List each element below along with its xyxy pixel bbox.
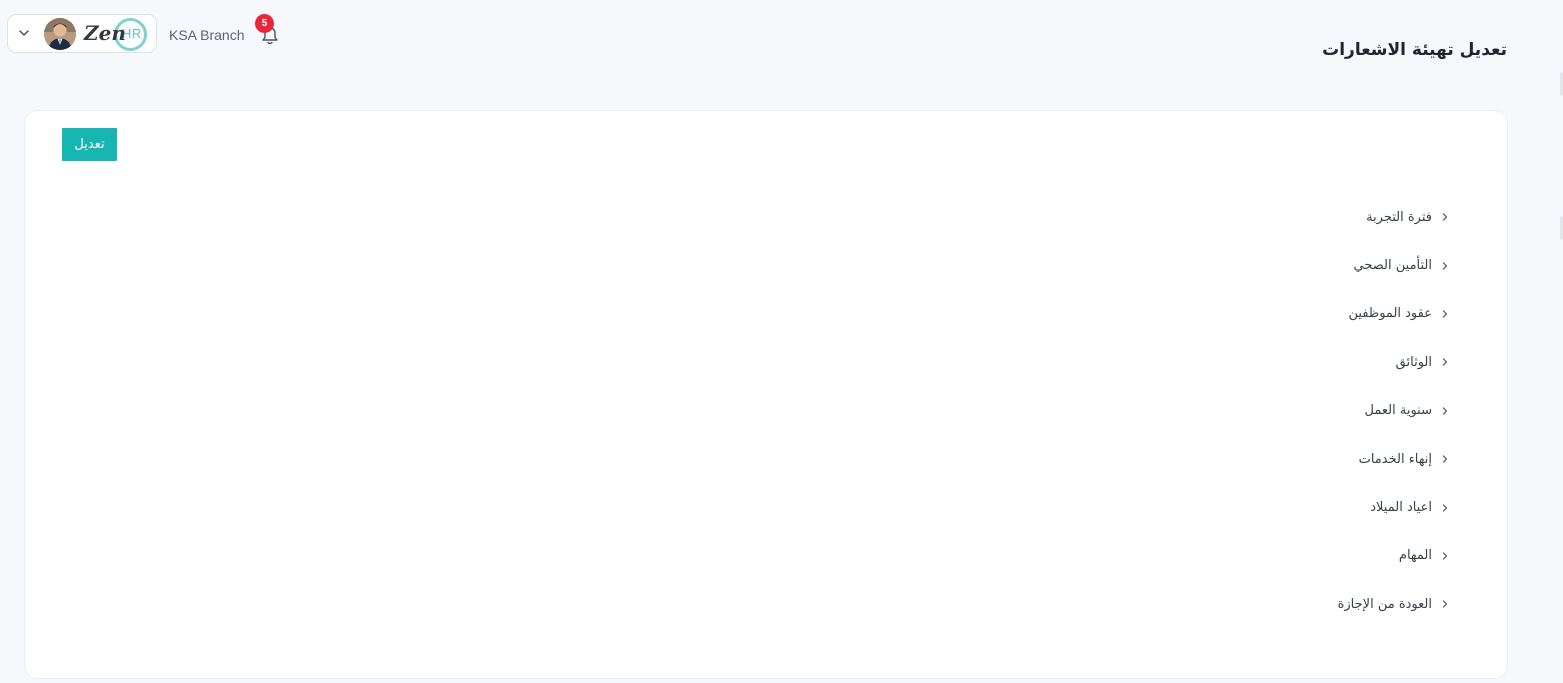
chevron-right-icon bbox=[1442, 552, 1448, 560]
section-work-anniversary[interactable]: سنوية العمل bbox=[1338, 387, 1450, 435]
section-documents[interactable]: الوثائق bbox=[1338, 338, 1450, 386]
section-label: المهام bbox=[1398, 548, 1432, 564]
section-label: إنهاء الخدمات bbox=[1358, 451, 1432, 467]
chevron-right-icon bbox=[1442, 310, 1448, 318]
chevron-right-icon bbox=[1442, 261, 1448, 270]
edit-button[interactable]: تعديل bbox=[62, 128, 117, 161]
user-menu-button[interactable]: HR Zen bbox=[7, 14, 157, 53]
avatar[interactable] bbox=[44, 18, 76, 50]
section-label: فترة التجربة bbox=[1366, 209, 1432, 225]
section-end-of-service[interactable]: إنهاء الخدمات bbox=[1338, 435, 1450, 483]
top-bar: HR Zen KSA Branch 5 تعديل تهيئة الاشعارا… bbox=[0, 0, 1563, 90]
section-label: التأمين الصحي bbox=[1353, 258, 1432, 274]
chevron-down-icon bbox=[19, 30, 29, 36]
section-employee-contracts[interactable]: عقود الموظفين bbox=[1338, 290, 1450, 338]
section-label: العودة من الإجازة bbox=[1337, 596, 1432, 612]
notification-count-badge: 5 bbox=[255, 14, 274, 33]
notification-sections-list: فترة التجربة التأمين الصحي عقود الموظفين… bbox=[1338, 193, 1450, 629]
branch-name[interactable]: KSA Branch bbox=[169, 27, 245, 43]
chevron-right-icon bbox=[1442, 358, 1448, 367]
section-label: الوثائق bbox=[1395, 354, 1432, 370]
section-probation-period[interactable]: فترة التجربة bbox=[1338, 193, 1450, 241]
section-birthdays[interactable]: اعياد الميلاد bbox=[1338, 483, 1450, 531]
notification-settings-card: تعديل فترة التجربة التأمين الصحي عقود ال… bbox=[24, 110, 1508, 679]
logo-zen-text: Zen bbox=[84, 21, 126, 45]
company-logo: HR Zen bbox=[82, 18, 154, 51]
page-title: تعديل تهيئة الاشعارات bbox=[1322, 40, 1507, 60]
chevron-right-icon bbox=[1442, 407, 1448, 415]
section-label: عقود الموظفين bbox=[1348, 306, 1432, 322]
section-health-insurance[interactable]: التأمين الصحي bbox=[1338, 241, 1450, 289]
chevron-right-icon bbox=[1442, 455, 1448, 463]
section-label: اعياد الميلاد bbox=[1370, 500, 1432, 516]
section-return-from-leave[interactable]: العودة من الإجازة bbox=[1338, 580, 1450, 628]
chevron-right-icon bbox=[1442, 213, 1448, 221]
chevron-right-icon bbox=[1442, 600, 1448, 608]
section-label: سنوية العمل bbox=[1364, 403, 1432, 419]
section-tasks[interactable]: المهام bbox=[1338, 532, 1450, 580]
chevron-right-icon bbox=[1442, 503, 1448, 512]
